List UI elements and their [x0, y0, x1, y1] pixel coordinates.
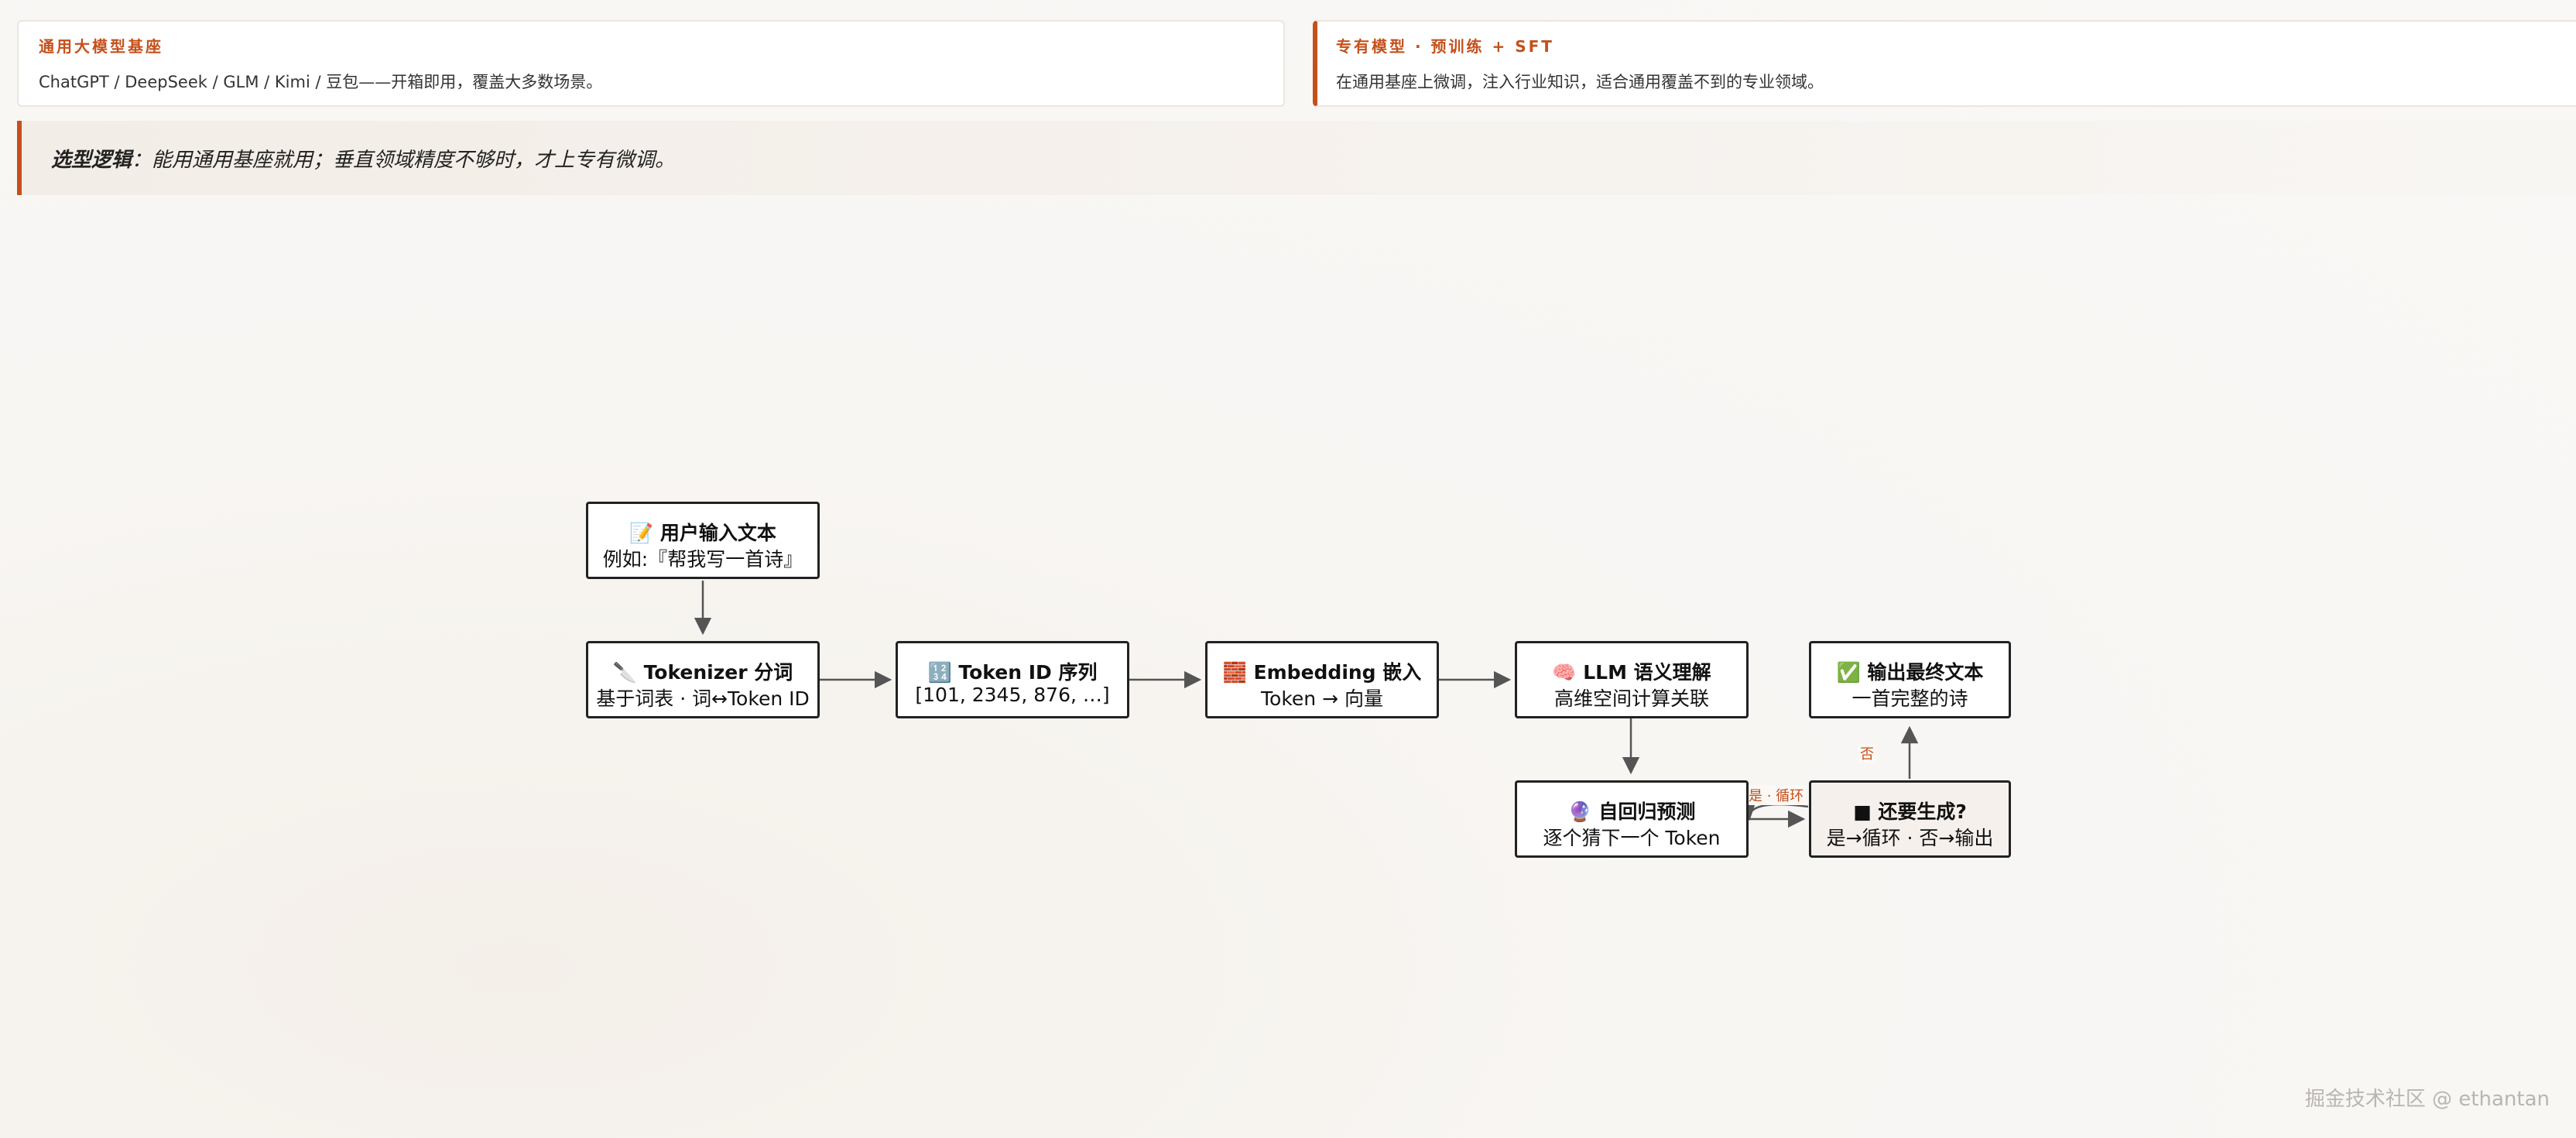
page: 通用大模型基座 ChatGPT / DeepSeek / GLM / Kimi … [0, 0, 2576, 1138]
check-icon: ✅ [1836, 661, 1861, 684]
node-autoregressive-title: 🔮 自回归预测 [1517, 797, 1746, 824]
brain-icon: 🧠 [1552, 661, 1577, 684]
node-user-input-title: 📝 用户输入文本 [588, 518, 817, 546]
bricks-icon: 🧱 [1222, 661, 1247, 684]
node-token-ids: 🔢 Token ID 序列 [101, 2345, 876, …] [896, 641, 1129, 718]
edge-decide-loop [1738, 802, 1809, 821]
node-llm: 🧠 LLM 语义理解 高维空间计算关联 [1515, 641, 1749, 718]
numbers-icon: 🔢 [927, 661, 952, 684]
node-continue-decision-sub: 是→循环 · 否→输出 [1826, 827, 1994, 849]
node-token-ids-label: Token ID 序列 [958, 661, 1098, 684]
node-user-input-sub: 例如:『帮我写一首诗』 [602, 548, 803, 571]
node-final-output-label: 输出最终文本 [1867, 661, 1984, 684]
edge-label-no: 否 [1858, 743, 1876, 763]
node-embedding-sub: Token → 向量 [1261, 687, 1383, 710]
knife-icon: 🔪 [612, 661, 637, 684]
node-embedding-title: 🧱 Embedding 嵌入 [1208, 657, 1437, 685]
node-user-input-label: 用户输入文本 [659, 522, 776, 544]
node-llm-label: LLM 语义理解 [1583, 661, 1711, 684]
memo-icon: 📝 [629, 522, 654, 544]
node-final-output-title: ✅ 输出最终文本 [1811, 657, 2009, 685]
node-final-output: ✅ 输出最终文本 一首完整的诗 [1809, 641, 2011, 718]
node-llm-title: 🧠 LLM 语义理解 [1517, 657, 1746, 685]
node-tokenizer-label: Tokenizer 分词 [643, 661, 793, 684]
flow-connectors [694, 581, 1919, 828]
node-tokenizer-sub: 基于词表 · 词↔Token ID [596, 687, 810, 710]
edge-label-yes-loop: 是 · 循环 [1746, 785, 1807, 805]
node-embedding: 🧱 Embedding 嵌入 Token → 向量 [1205, 641, 1439, 718]
node-embedding-label: Embedding 嵌入 [1253, 661, 1422, 684]
node-autoregressive-sub: 逐个猜下一个 Token [1543, 827, 1721, 849]
node-token-ids-sub: [101, 2345, 876, …] [915, 684, 1110, 706]
node-user-input: 📝 用户输入文本 例如:『帮我写一首诗』 [586, 502, 820, 579]
node-continue-decision: ■ 还要生成? 是→循环 · 否→输出 [1809, 780, 2011, 858]
node-autoregressive-label: 自回归预测 [1598, 800, 1696, 823]
node-autoregressive: 🔮 自回归预测 逐个猜下一个 Token [1515, 780, 1749, 858]
stop-square-icon: ■ [1853, 800, 1872, 823]
node-tokenizer: 🔪 Tokenizer 分词 基于词表 · 词↔Token ID [586, 641, 820, 718]
node-continue-decision-title: ■ 还要生成? [1811, 797, 2009, 824]
crystal-ball-icon: 🔮 [1567, 800, 1592, 823]
node-tokenizer-title: 🔪 Tokenizer 分词 [588, 657, 817, 685]
node-token-ids-title: 🔢 Token ID 序列 [898, 657, 1127, 685]
node-final-output-sub: 一首完整的诗 [1852, 687, 1968, 710]
watermark: 掘金技术社区 @ ethantan [2304, 1088, 2550, 1111]
node-llm-sub: 高维空间计算关联 [1553, 687, 1709, 710]
node-continue-decision-label: 还要生成? [1878, 800, 1967, 823]
